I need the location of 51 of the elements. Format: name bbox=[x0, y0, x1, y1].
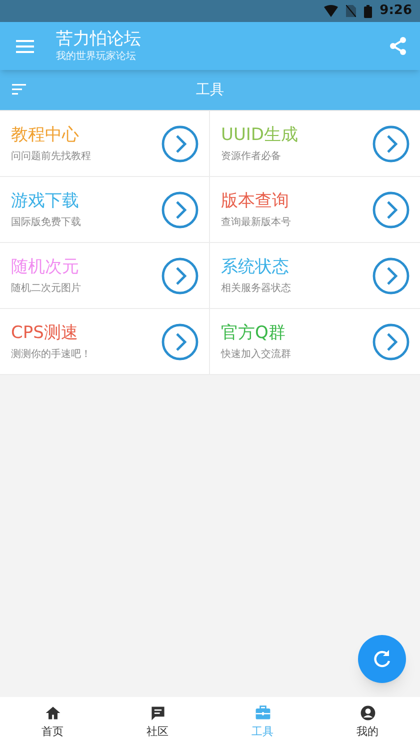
tool-title: 游戏下载 bbox=[11, 190, 80, 212]
chevron-circle-icon bbox=[161, 190, 199, 228]
tool-title: 系统状态 bbox=[221, 256, 290, 278]
chevron-circle-icon bbox=[161, 124, 199, 162]
profile-icon bbox=[358, 704, 376, 722]
tool-title: 随机次元 bbox=[11, 256, 80, 278]
tool-title: 版本查询 bbox=[221, 190, 290, 212]
nav-tab[interactable]: 首页 bbox=[0, 697, 105, 747]
section-title: 工具 bbox=[196, 80, 224, 100]
chevron-circle-icon bbox=[372, 190, 410, 228]
tool-card[interactable]: UUID生成 资源作者必备 bbox=[210, 111, 420, 177]
chevron-circle-icon bbox=[161, 322, 199, 360]
tool-title: 官方Q群 bbox=[221, 322, 286, 344]
tool-title: 教程中心 bbox=[11, 124, 80, 146]
tool-subtitle: 资源作者必备 bbox=[221, 150, 282, 164]
app-subtitle: 我的世界玩家论坛 bbox=[56, 50, 137, 64]
tool-card[interactable]: CPS测速 测测你的手速吧！ bbox=[0, 309, 210, 375]
tool-subtitle: 国际版免费下载 bbox=[11, 216, 82, 230]
tool-card[interactable]: 随机次元 随机二次元图片 bbox=[0, 243, 210, 309]
battery-icon bbox=[364, 4, 372, 18]
nav-tab[interactable]: 工具 bbox=[210, 697, 315, 747]
tool-subtitle: 问问题前先找教程 bbox=[11, 150, 92, 164]
refresh-button[interactable] bbox=[358, 635, 406, 683]
nav-tab[interactable]: 我的 bbox=[315, 697, 420, 747]
list-icon[interactable] bbox=[12, 84, 26, 95]
app-title: 苦力怕论坛 bbox=[56, 28, 142, 50]
toolbox-icon bbox=[254, 704, 272, 722]
tool-subtitle: 查询最新版本号 bbox=[221, 216, 292, 230]
tool-subtitle: 相关服务器状态 bbox=[221, 282, 292, 296]
chevron-circle-icon bbox=[372, 256, 410, 294]
tool-subtitle: 快速加入交流群 bbox=[221, 348, 292, 362]
nav-tab[interactable]: 社区 bbox=[105, 697, 210, 747]
tool-card[interactable]: 版本查询 查询最新版本号 bbox=[210, 177, 420, 243]
tool-card[interactable]: 教程中心 问问题前先找教程 bbox=[0, 111, 210, 177]
refresh-icon bbox=[372, 649, 392, 669]
menu-icon bbox=[16, 40, 34, 52]
tool-subtitle: 随机二次元图片 bbox=[11, 282, 82, 296]
no-sim-icon bbox=[346, 5, 356, 17]
tool-card[interactable]: 游戏下载 国际版免费下载 bbox=[0, 177, 210, 243]
tool-subtitle: 测测你的手速吧！ bbox=[11, 348, 92, 362]
tool-card[interactable]: 官方Q群 快速加入交流群 bbox=[210, 309, 420, 375]
clock: 9:26 bbox=[380, 2, 412, 20]
chat-icon bbox=[148, 704, 166, 722]
chevron-circle-icon bbox=[372, 124, 410, 162]
tool-title: UUID生成 bbox=[221, 124, 299, 146]
wifi-icon bbox=[324, 5, 338, 17]
chevron-circle-icon bbox=[161, 256, 199, 294]
chevron-circle-icon bbox=[372, 322, 410, 360]
tool-title: CPS测速 bbox=[11, 322, 79, 344]
tool-card[interactable]: 系统状态 相关服务器状态 bbox=[210, 243, 420, 309]
share-icon bbox=[389, 37, 407, 55]
